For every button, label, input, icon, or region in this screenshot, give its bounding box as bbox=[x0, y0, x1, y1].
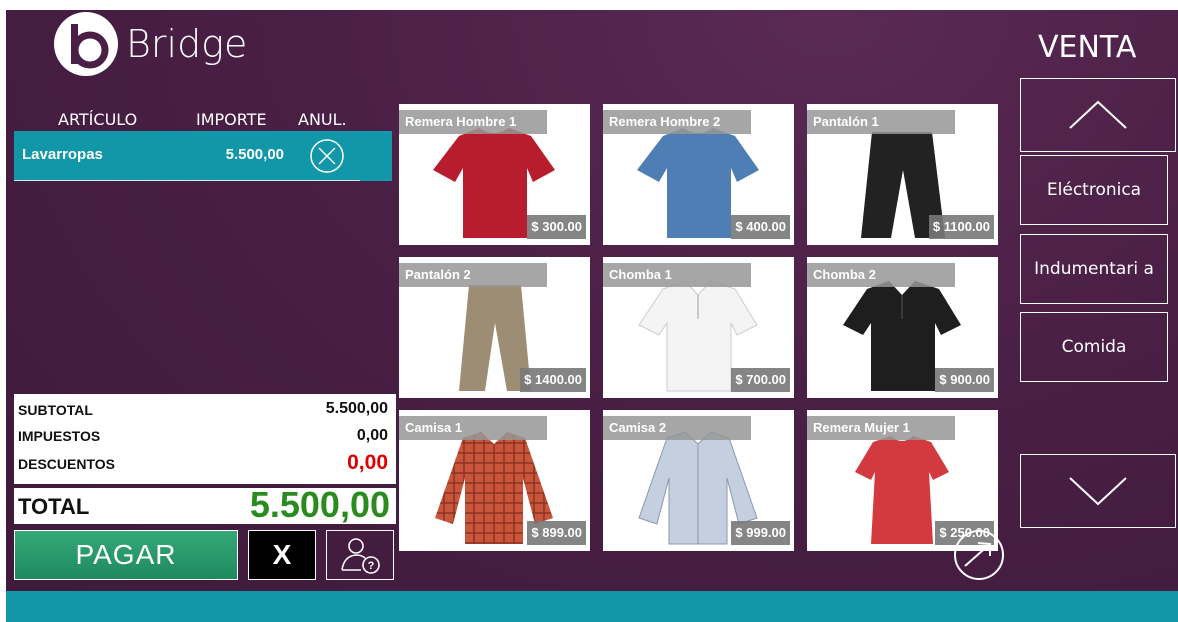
customer-help-button[interactable]: ? bbox=[326, 530, 394, 580]
product-name: Chomba 2 bbox=[807, 263, 955, 287]
category-food[interactable]: Comida bbox=[1020, 312, 1168, 382]
void-item-icon[interactable] bbox=[308, 137, 346, 180]
footer-bar bbox=[6, 591, 1178, 622]
ticket-row-divider bbox=[14, 180, 360, 181]
product-price: $ 700.00 bbox=[731, 368, 790, 392]
screen-title: VENTA bbox=[1038, 30, 1137, 65]
pay-button[interactable]: PAGAR bbox=[14, 530, 238, 580]
arrow-right-circle-icon bbox=[954, 530, 1004, 580]
next-page-button[interactable] bbox=[952, 528, 1006, 587]
svg-text:?: ? bbox=[368, 560, 375, 572]
totals-summary: SUBTOTAL 5.500,00 IMPUESTOS 0,00 DESCUEN… bbox=[14, 394, 396, 484]
product-tile[interactable]: Chomba 2 $ 900.00 bbox=[807, 257, 998, 398]
total-box: TOTAL 5.500,00 bbox=[14, 484, 396, 525]
pos-screen: Bridge VENTA ARTÍCULO IMPORTE ANUL. Lava… bbox=[6, 10, 1178, 622]
product-price: $ 999.00 bbox=[731, 521, 790, 545]
chevron-down-icon bbox=[1069, 477, 1127, 506]
bridge-logo-icon bbox=[54, 12, 118, 76]
product-name: Remera Hombre 2 bbox=[603, 110, 751, 134]
bridge-logo: Bridge bbox=[54, 12, 247, 76]
scroll-up-button[interactable] bbox=[1020, 78, 1176, 152]
ticket-item-amount: 5.500,00 bbox=[225, 146, 284, 163]
product-tile[interactable]: Camisa 1 $ 899.00 bbox=[399, 410, 590, 551]
total-label: TOTAL bbox=[18, 494, 90, 519]
product-name: Remera Mujer 1 bbox=[807, 416, 955, 440]
discounts-value: 0,00 bbox=[347, 451, 388, 474]
product-price: $ 900.00 bbox=[935, 368, 994, 392]
product-tile[interactable]: Remera Hombre 1 $ 300.00 bbox=[399, 104, 590, 245]
product-name: Pantalón 1 bbox=[807, 110, 955, 134]
product-tile[interactable]: Remera Hombre 2 $ 400.00 bbox=[603, 104, 794, 245]
product-price: $ 300.00 bbox=[527, 215, 586, 239]
product-name: Remera Hombre 1 bbox=[399, 110, 547, 134]
taxes-label: IMPUESTOS bbox=[18, 428, 101, 444]
column-header-amount: IMPORTE bbox=[196, 110, 267, 129]
cancel-sale-button[interactable]: X bbox=[248, 530, 316, 580]
product-tile[interactable]: Chomba 1 $ 700.00 bbox=[603, 257, 794, 398]
product-tile[interactable]: Pantalón 2 $ 1400.00 bbox=[399, 257, 590, 398]
total-value: 5.500,00 bbox=[249, 484, 390, 525]
column-header-article: ARTÍCULO bbox=[58, 110, 138, 129]
product-price: $ 400.00 bbox=[731, 215, 790, 239]
product-name: Pantalón 2 bbox=[399, 263, 547, 287]
subtotal-value: 5.500,00 bbox=[325, 400, 388, 417]
product-price: $ 1100.00 bbox=[928, 215, 994, 239]
product-tile[interactable]: Camisa 2 $ 999.00 bbox=[603, 410, 794, 551]
user-help-icon: ? bbox=[341, 538, 380, 574]
taxes-value: 0,00 bbox=[356, 427, 388, 444]
ticket-item-name: Lavarropas bbox=[22, 146, 103, 163]
column-header-cancel: ANUL. bbox=[298, 110, 347, 129]
scroll-down-button[interactable] bbox=[1020, 454, 1176, 528]
product-name: Chomba 1 bbox=[603, 263, 751, 287]
product-tile[interactable]: Pantalón 1 $ 1100.00 bbox=[807, 104, 998, 245]
product-price: $ 1400.00 bbox=[520, 368, 586, 392]
subtotal-label: SUBTOTAL bbox=[18, 402, 93, 418]
category-electronics[interactable]: Eléctronica bbox=[1020, 155, 1168, 225]
category-clothing[interactable]: Indumentari a bbox=[1020, 234, 1168, 304]
product-name: Camisa 2 bbox=[603, 416, 751, 440]
chevron-up-icon bbox=[1069, 100, 1127, 129]
brand-name: Bridge bbox=[126, 22, 248, 66]
product-name: Camisa 1 bbox=[399, 416, 547, 440]
product-price: $ 899.00 bbox=[527, 521, 586, 545]
ticket-row[interactable]: Lavarropas 5.500,00 bbox=[14, 131, 392, 181]
discounts-label: DESCUENTOS bbox=[18, 456, 115, 472]
